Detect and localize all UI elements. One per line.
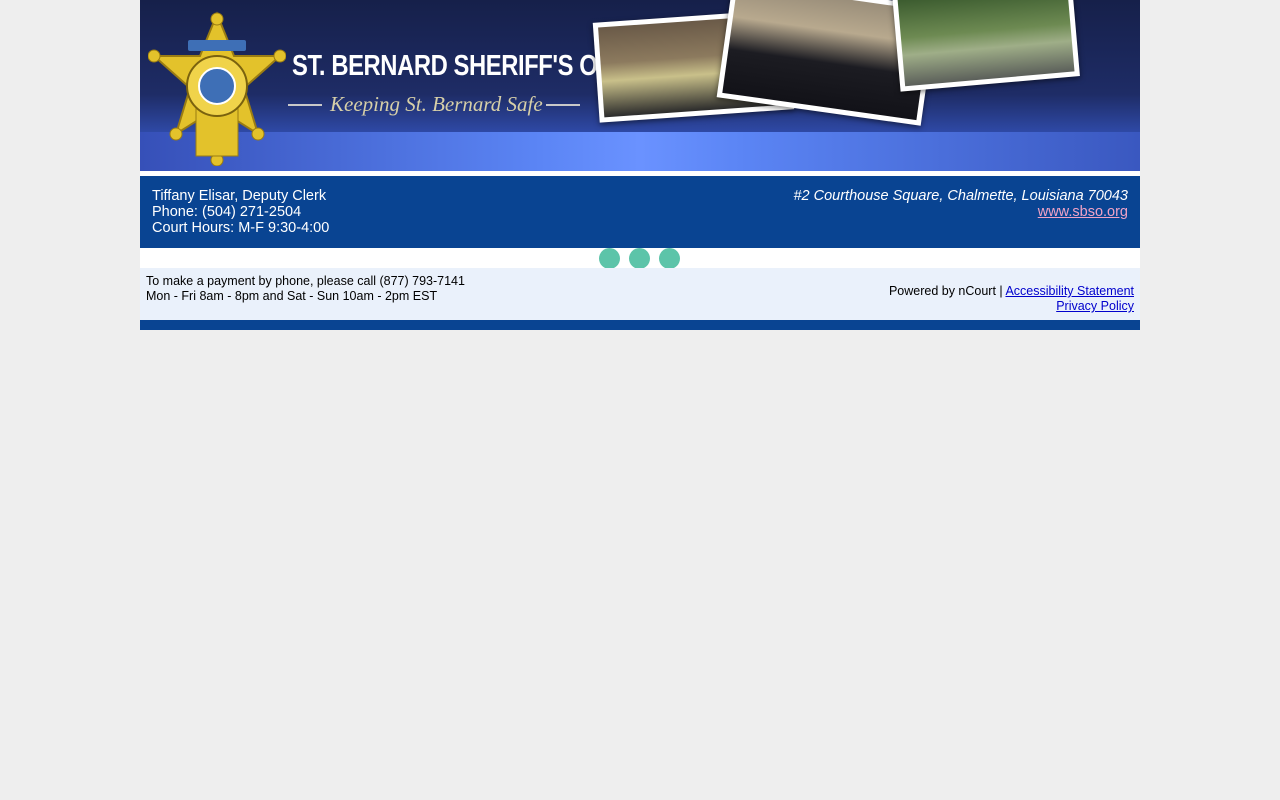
banner-tagline: Keeping St. Bernard Safe bbox=[330, 92, 543, 116]
clerk-phone: Phone: (504) 271-2504 bbox=[152, 204, 302, 220]
tagline-rule-left bbox=[288, 104, 322, 106]
office-address: #2 Courthouse Square, Chalmette, Louisia… bbox=[793, 188, 1128, 204]
page-container: ST. BERNARD SHERIFF'S OFFICE Keeping St.… bbox=[140, 0, 1140, 330]
carousel-dot-3[interactable] bbox=[659, 248, 680, 269]
website-link[interactable]: www.sbso.org bbox=[1038, 204, 1128, 220]
banner-sheen bbox=[140, 132, 1140, 171]
payment-info: To make a payment by phone, please call … bbox=[146, 274, 465, 304]
carousel-dot-2[interactable] bbox=[629, 248, 650, 269]
contact-bar: Tiffany Elisar, Deputy Clerk Phone: (504… bbox=[140, 176, 1140, 248]
photo-oak-alley bbox=[892, 0, 1080, 92]
powered-by-text: Powered by nCourt | bbox=[888, 284, 1003, 298]
tagline-rule-right bbox=[546, 104, 580, 106]
privacy-policy-link[interactable]: Privacy Policy bbox=[1056, 299, 1134, 313]
header-banner: ST. BERNARD SHERIFF'S OFFICE Keeping St.… bbox=[140, 0, 1140, 171]
carousel-dot-1[interactable] bbox=[599, 248, 620, 269]
contact-address-group: #2 Courthouse Square, Chalmette, Louisia… bbox=[793, 188, 1128, 220]
court-hours: Court Hours: M-F 9:30-4:00 bbox=[152, 220, 330, 236]
carousel-indicator bbox=[140, 248, 1140, 269]
payment-hours-line: Mon - Fri 8am - 8pm and Sat - Sun 10am -… bbox=[146, 289, 438, 303]
footer: To make a payment by phone, please call … bbox=[140, 268, 1140, 320]
banner-tagline-group: Keeping St. Bernard Safe bbox=[288, 92, 580, 118]
footer-links: Powered by nCourt | Accessibility Statem… bbox=[889, 284, 1134, 314]
payment-phone-line: To make a payment by phone, please call … bbox=[146, 274, 465, 288]
clerk-name: Tiffany Elisar, Deputy Clerk bbox=[152, 188, 327, 204]
sheriff-badge-icon bbox=[148, 11, 286, 166]
footer-bottom-bar bbox=[140, 320, 1140, 330]
accessibility-statement-link[interactable]: Accessibility Statement bbox=[1005, 284, 1134, 298]
contact-details: Tiffany Elisar, Deputy Clerk Phone: (504… bbox=[152, 188, 329, 236]
